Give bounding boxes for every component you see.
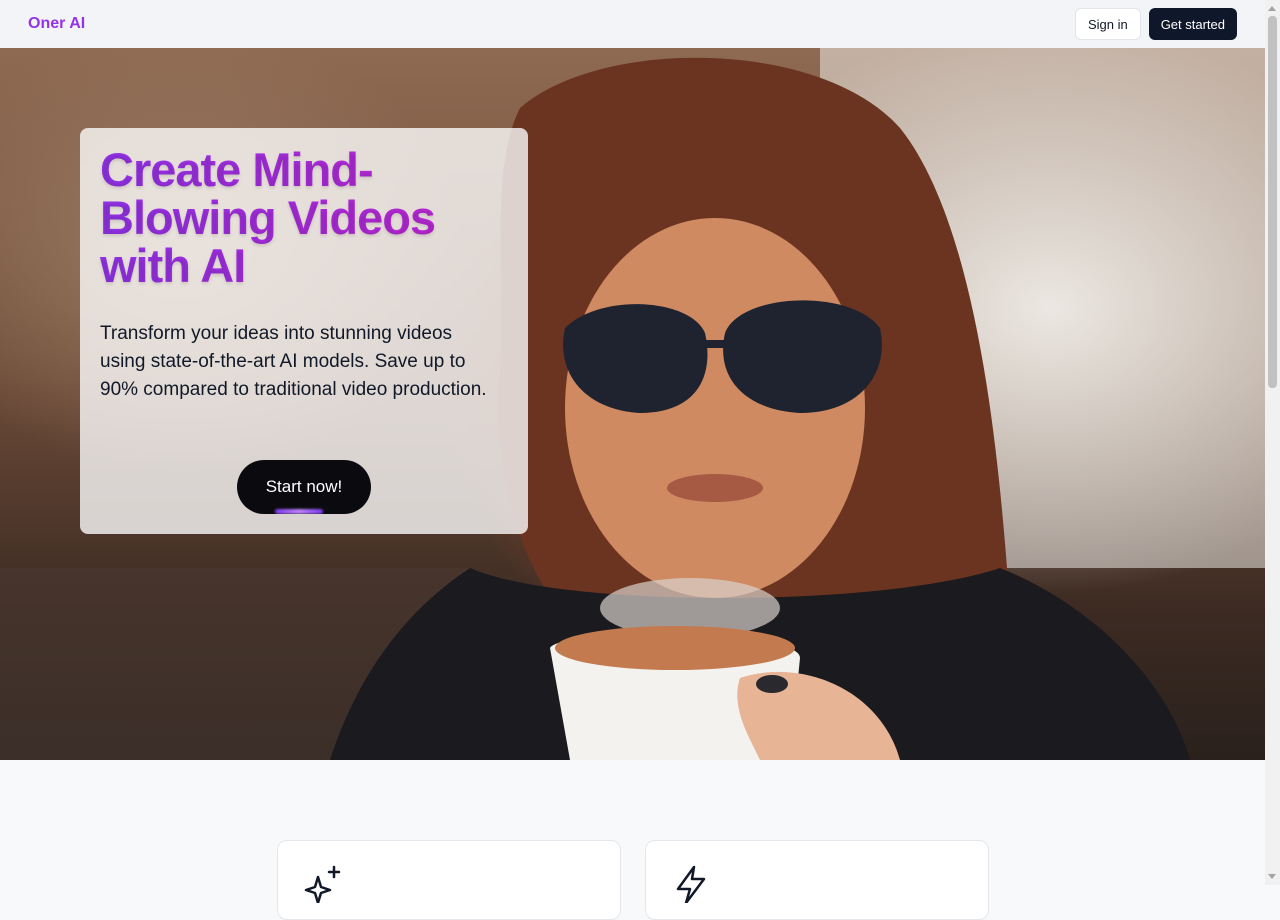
feature-card (645, 840, 989, 920)
nav-actions: Sign in Get started (1074, 8, 1237, 40)
hero-card: Create Mind-Blowing Videos with AI Trans… (80, 128, 528, 534)
sparkles-icon (304, 865, 341, 903)
lightning-icon (676, 865, 706, 903)
hero-subtitle: Transform your ideas into stunning video… (100, 323, 487, 400)
vertical-scrollbar[interactable] (1265, 0, 1280, 885)
scroll-down-arrow-icon[interactable] (1268, 874, 1276, 879)
scroll-thumb[interactable] (1268, 16, 1277, 388)
hero-title: Create Mind-Blowing Videos with AI (100, 146, 480, 290)
start-now-label: Start now! (265, 477, 343, 496)
scroll-up-arrow-icon[interactable] (1268, 6, 1276, 11)
get-started-button[interactable]: Get started (1148, 8, 1237, 40)
top-navbar: Oner AI Sign in Get started (0, 0, 1265, 48)
sign-in-button[interactable]: Sign in (1074, 8, 1141, 40)
features-section (0, 760, 1265, 920)
logo[interactable]: Oner AI (28, 15, 85, 33)
feature-card (277, 840, 621, 920)
start-now-button[interactable]: Start now! (237, 460, 371, 514)
hero-section: Create Mind-Blowing Videos with AI Trans… (0, 48, 1265, 760)
button-glow (275, 509, 323, 514)
